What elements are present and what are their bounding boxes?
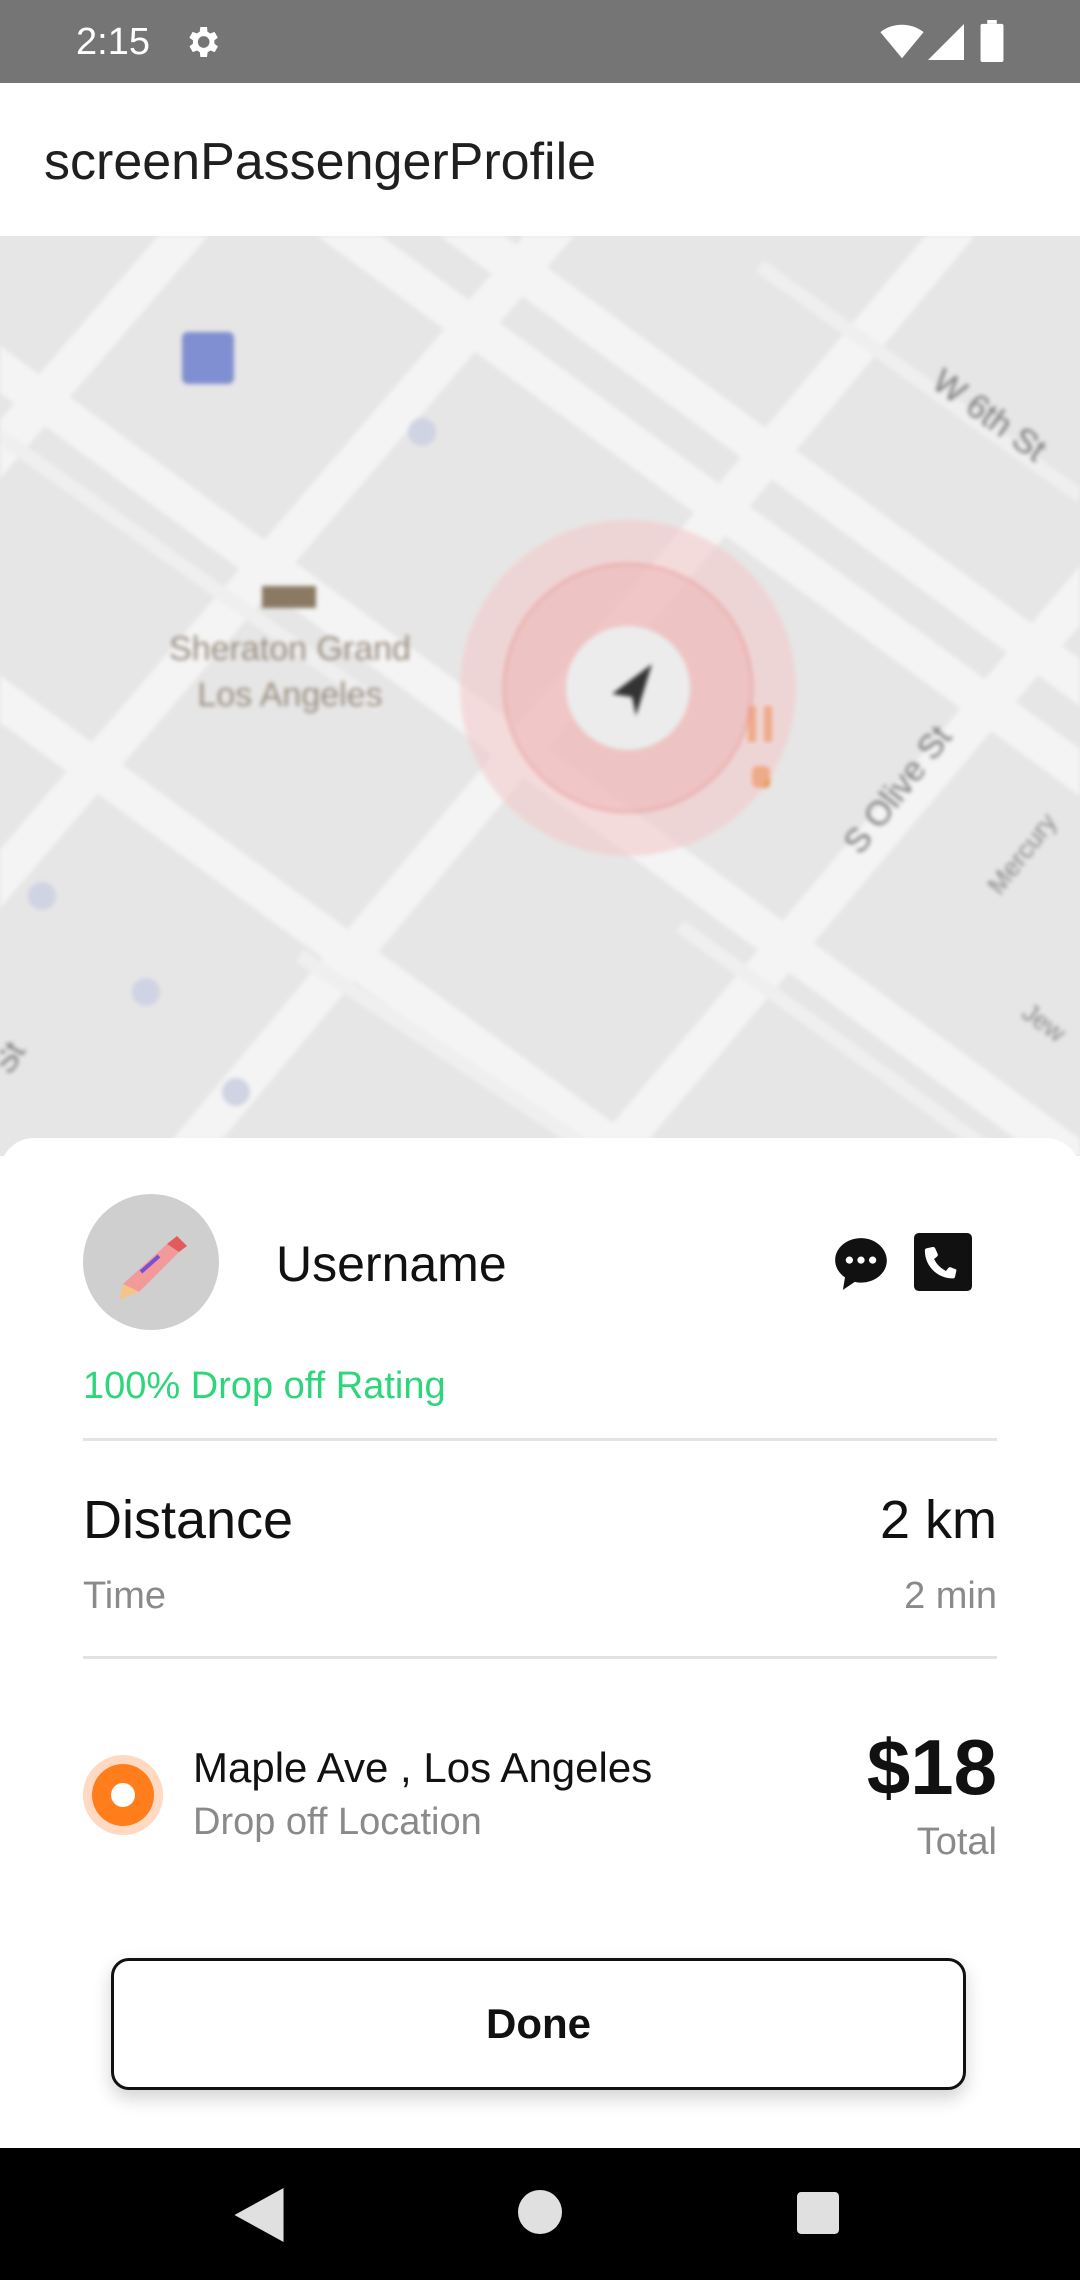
status-time: 2:15: [76, 21, 150, 63]
page-title: screenPassengerProfile: [44, 133, 597, 191]
time-label: Time: [83, 1575, 167, 1617]
back-icon[interactable]: [234, 2188, 284, 2242]
app-bar: screenPassengerProfile: [0, 83, 1080, 236]
price-label: Total: [916, 1821, 997, 1863]
divider: [83, 1656, 997, 1659]
signal-icon: [928, 24, 964, 60]
drop-off-marker-icon: [83, 1755, 163, 1835]
drop-off-label: Drop off Location: [193, 1801, 482, 1843]
distance-label: Distance: [83, 1490, 294, 1550]
price-total: $18: [866, 1723, 997, 1811]
phone-icon[interactable]: [914, 1233, 972, 1291]
home-icon[interactable]: [518, 2190, 562, 2234]
passenger-sheet: Username 100% Drop off Rating Distance 2…: [0, 1138, 1080, 2148]
recent-apps-icon[interactable]: [797, 2192, 839, 2234]
status-bar: 2:15: [0, 0, 1080, 83]
wifi-icon: [880, 24, 924, 59]
map-tiles: Sheraton Grand Los Angeles W 6th St S Ol…: [0, 236, 1080, 1156]
time-value: 2 min: [904, 1575, 997, 1617]
gear-icon: [189, 27, 218, 57]
drop-off-address: Maple Ave , Los Angeles: [193, 1744, 653, 1791]
divider: [83, 1438, 997, 1441]
map-label-hotel: Sheraton Grand: [169, 630, 411, 668]
avatar[interactable]: [83, 1194, 219, 1330]
drop-off-rating: 100% Drop off Rating: [83, 1365, 446, 1407]
pencil-icon: [119, 1236, 187, 1300]
map-label-hotel-2: Los Angeles: [197, 676, 382, 714]
battery-icon: [980, 20, 1004, 62]
map-view[interactable]: Sheraton Grand Los Angeles W 6th St S Ol…: [0, 236, 1080, 1156]
username: Username: [276, 1236, 507, 1292]
chat-icon[interactable]: [830, 1233, 892, 1295]
distance-value: 2 km: [879, 1490, 997, 1550]
system-nav-bar: [0, 2148, 1080, 2280]
done-button[interactable]: Done: [111, 1958, 966, 2090]
